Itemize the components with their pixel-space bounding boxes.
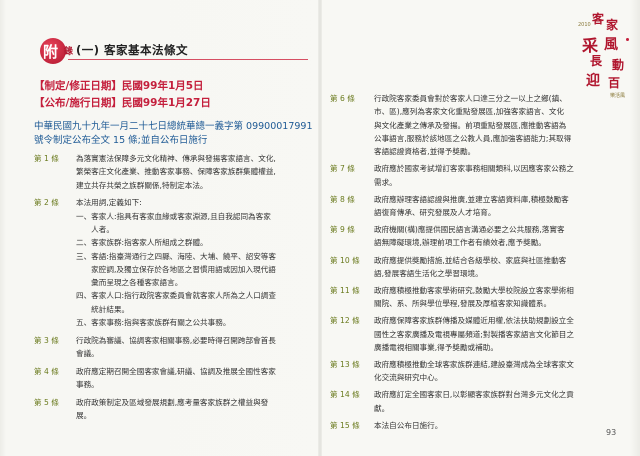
badge-char: 附 (43, 43, 59, 61)
logo-char: 風 (604, 37, 618, 53)
article-label: 第 14 條 (330, 390, 360, 400)
law-reference-line1: 中華民國九十九年一月二十七日總統華總一義字第 09900017991 (34, 121, 313, 132)
article-line: 二、客家族群:指客家人所組成之群體。 (76, 238, 208, 248)
document-page: 附 錄 (一) 客家基本法條文 【制定/修正日期】民國99年1月5日 【公布/施… (0, 0, 640, 456)
logo-char: 迎 (586, 73, 600, 89)
article-line: 行政院客家委員會對於客家人口達三分之一以上之鄉(鎮、 (374, 94, 567, 103)
article-line: 四、客家人口:指行政院客家委員會就客家人所為之人口調查 (76, 291, 276, 301)
section-header: 附 錄 (一) 客家基本法條文 (40, 38, 310, 64)
article-line: 政府應於國家考試增訂客家事務相關類科,以因應客家公務之 (374, 164, 574, 174)
article-line: 本法用詞,定義如下: (76, 198, 142, 208)
article-line: 展。 (76, 411, 92, 421)
section-title: (一) 客家基本法條文 (76, 43, 189, 57)
article-label: 第 5 條 (34, 398, 59, 408)
article-line: 政府機關(構)應提供國民語言溝通必要之公共服務,落實客 (374, 225, 565, 235)
article-label: 第 7 條 (330, 164, 355, 174)
article-line: 語復育傳承、研究發展及人才培育。 (374, 207, 496, 217)
event-logo: 2010 客 家 采 風 長 動 迎 百 樂活風 (576, 8, 636, 100)
article-line: 市、區),應列為客家文化重點發展區,加強客家語言、文化 (374, 107, 565, 117)
logo-dot (626, 38, 629, 41)
article-label: 第 12 條 (330, 316, 360, 326)
revised-date: 【制定/修正日期】民國99年1月5日 (34, 80, 204, 92)
logo-tagline: 樂活風 (610, 93, 626, 99)
article-line: 為落實憲法保障多元文化精神、傳承與發揚客家語言、文化, (76, 154, 276, 163)
article-label: 第 13 條 (330, 360, 360, 369)
article-label: 第 8 條 (330, 194, 355, 204)
article-label: 第 10 條 (330, 255, 360, 265)
article-line: 客語認證資格者,並得予獎勵。 (374, 147, 476, 157)
article-line: 政府應辦理客語認證與推廣,並建立客語資料庫,積極鼓勵客 (374, 194, 569, 204)
article-line: 廣播電視相關事業,得予獎勵或補助。 (374, 342, 498, 352)
article-line: 家腔調,及獨立保存於各地區之習慣用語或因加入現代語 (76, 264, 276, 274)
article-label: 第 2 條 (34, 198, 59, 208)
article-line: 政府應保障客家族群傳播及媒體近用權,依法扶助規劃設立全 (374, 316, 574, 326)
article-line: 關院、系、所與學位學程,發展及厚植客家知識體系。 (374, 299, 552, 309)
article-line: 語,發展客語生活化之學習環境。 (374, 268, 483, 278)
logo-char: 百 (608, 76, 621, 90)
title-bar: (一) 客家基本法條文 (68, 43, 308, 60)
article-line: 人者。 (76, 224, 114, 234)
article-line: 行政院為審議、協調客家相關事務,必要時得召開跨部會首長 (76, 335, 276, 345)
law-reference-line2: 號令制定公布全文 15 條;並自公布日施行 (34, 135, 208, 146)
article-line: 會議。 (76, 349, 99, 359)
article-line: 一、客家人:指具有客家血緣或客家淵源,且自我認同為客家 (76, 211, 271, 221)
article-line: 繁榮客庄文化產業、推動客家事務、保障客家族群集體權益, (76, 167, 276, 177)
logo-char: 長 (590, 54, 603, 68)
article-line: 語無障礙環境,辦理前項工作者有績效者,應予獎勵。 (374, 238, 546, 248)
article-line: 建立共存共榮之族群關係,特制定本法。 (76, 180, 208, 190)
article-line: 公事語言,服務於該地區之公教人員,應加強客語能力;其取得 (374, 133, 572, 143)
article-line: 化交流與研究中心。 (374, 373, 443, 383)
article-line: 彙而呈現之各種客家語言。 (76, 278, 183, 288)
article-label: 第 11 條 (330, 285, 360, 295)
article-line: 五、客家事務:指與客家族群有關之公共事務。 (76, 318, 231, 328)
article-line: 政府應積極推動客家學術研究,鼓勵大學校院設立客家學術相 (374, 285, 574, 295)
page-fold (318, 0, 322, 456)
article-label: 第 4 條 (34, 367, 59, 376)
article-label: 第 15 條 (330, 420, 360, 430)
article-line: 統計結果。 (76, 304, 130, 314)
article-label: 第 6 條 (330, 94, 355, 103)
article-label: 第 9 條 (330, 225, 355, 235)
article-line: 國性之客家廣播及電視專屬頻道;對製播客家語言文化節目之 (374, 329, 574, 339)
article-line: 政府應積極推動全球客家族群連結,建設臺灣成為全球客家文 (374, 360, 574, 369)
logo-char: 客 (592, 12, 605, 26)
article-line: 三、客語:指臺灣通行之四縣、海陸、大埔、饒平、詔安等客 (76, 251, 276, 261)
article-line: 與文化產業之傳承及發揚。前項重點發展區,應推動客語為 (374, 120, 567, 130)
article-line: 政府政策制定及區域發展規劃,應考量客家族群之權益與發 (76, 398, 269, 408)
article-line: 政府應定期召開全國客家會議,研議、協調及推展全國性客家 (76, 367, 276, 376)
article-line: 本法自公布日施行。 (374, 420, 443, 430)
article-line: 獻。 (374, 403, 390, 413)
logo-char: 動 (612, 58, 625, 72)
article-line: 政府應提供獎勵措施,並結合各級學校、家庭與社區推動客 (374, 255, 567, 265)
article-line: 事務。 (76, 380, 99, 390)
page-number: 93 (606, 428, 617, 437)
article-line: 政府應訂定全國客家日,以彰顯客家族群對台灣多元文化之貢 (374, 390, 574, 400)
article-label: 第 3 條 (34, 335, 59, 345)
logo-year: 2010 (578, 22, 591, 28)
published-date: 【公布/施行日期】民國99年1月27日 (34, 97, 211, 109)
article-label: 第 1 條 (34, 154, 59, 163)
article-line: 需求。 (374, 177, 397, 187)
logo-char: 家 (606, 18, 619, 32)
